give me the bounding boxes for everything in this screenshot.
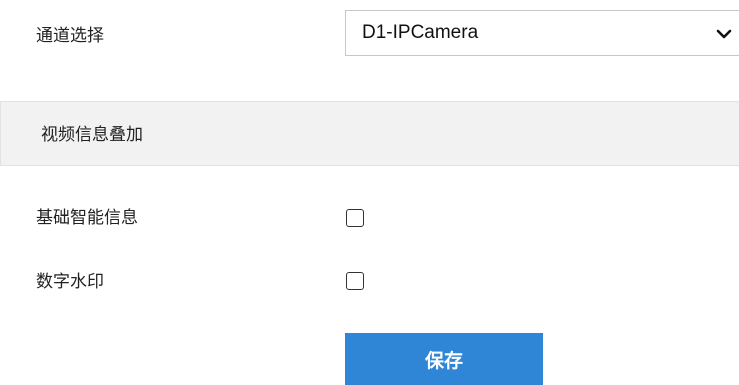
channel-select-dropdown[interactable]: D1-IPCamera (345, 10, 739, 56)
section-title: 视频信息叠加 (41, 125, 143, 145)
section-header-video-overlay: 视频信息叠加 (0, 101, 739, 166)
channel-select-label: 通道选择 (36, 26, 104, 46)
digital-watermark-label: 数字水印 (36, 272, 104, 292)
chevron-down-icon (715, 25, 733, 43)
basic-smart-info-label: 基础智能信息 (36, 208, 138, 228)
channel-select-value: D1-IPCamera (362, 22, 479, 43)
video-overlay-settings-page: 通道选择 D1-IPCamera 视频信息叠加 基础智能信息 数字水印 保存 (0, 0, 739, 385)
save-button[interactable]: 保存 (345, 333, 543, 385)
digital-watermark-checkbox[interactable] (346, 272, 364, 290)
basic-smart-info-checkbox[interactable] (346, 209, 364, 227)
